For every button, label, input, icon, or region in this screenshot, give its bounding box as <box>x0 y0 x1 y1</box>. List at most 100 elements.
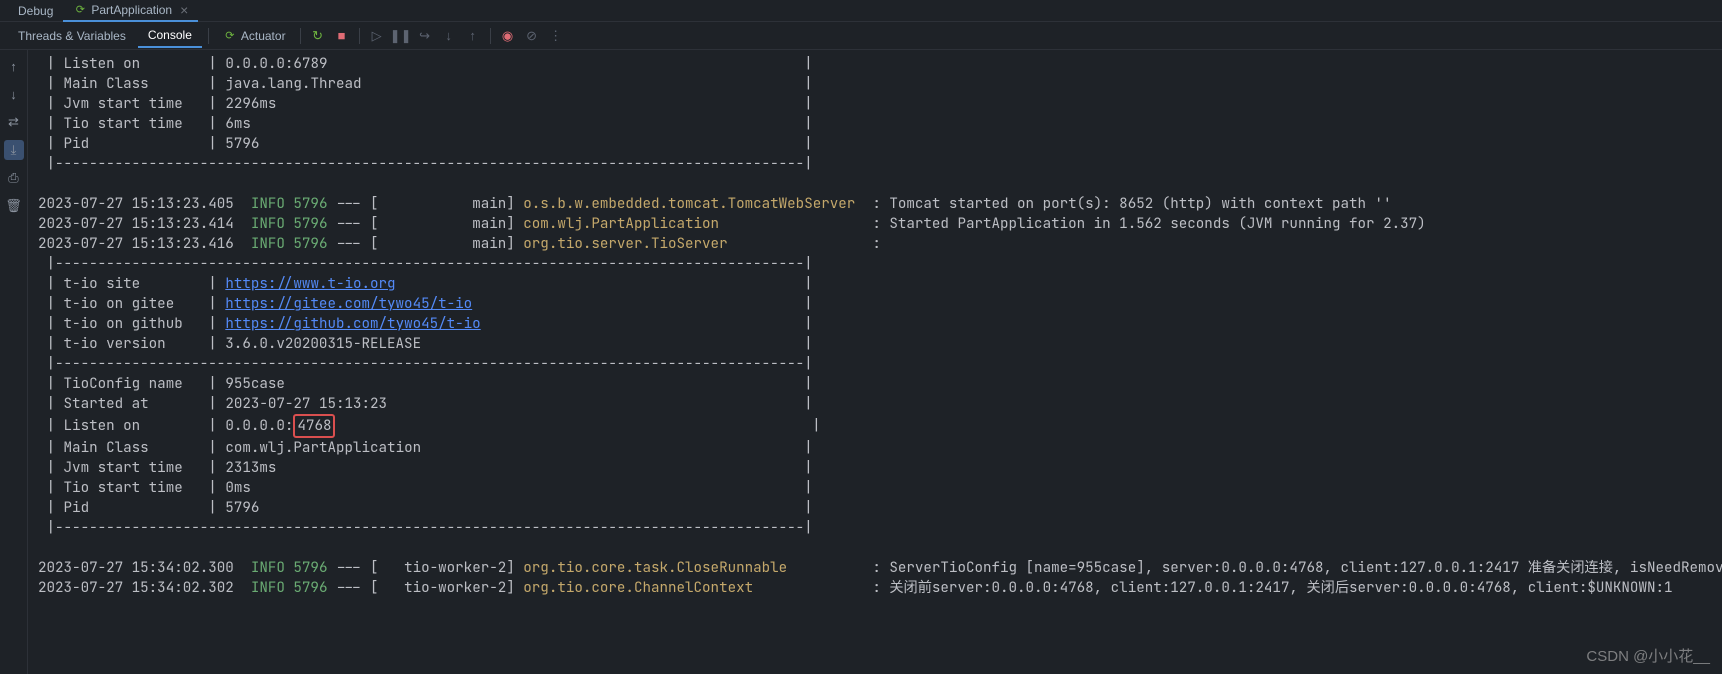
log-pid: 5796 <box>293 195 327 213</box>
step-over-icon[interactable]: ↪ <box>414 25 436 47</box>
watermark-text: CSDN @小小花__ <box>1586 645 1710 666</box>
border-line: |---------------------------------------… <box>47 255 813 273</box>
log-level: INFO <box>251 215 285 233</box>
row-value: 6ms <box>225 115 251 133</box>
toolbar-separator <box>208 28 209 44</box>
spring-boot-icon: ⟳ <box>73 3 87 17</box>
actuator-item[interactable]: ⟳ Actuator <box>215 29 294 43</box>
log-msg: : 关闭前server:0.0.0.0:4768, client:127.0.0… <box>872 579 1672 597</box>
step-into-icon[interactable]: ↓ <box>438 25 460 47</box>
row-value: java.lang.Thread <box>225 75 361 93</box>
resume-icon[interactable]: ▷ <box>366 25 388 47</box>
row-value: 0ms <box>225 479 251 497</box>
log-ts: 2023-07-27 15:13:23.416 <box>38 235 234 253</box>
row-value: 5796 <box>225 135 259 153</box>
soft-wrap-icon[interactable]: ⇄ <box>4 112 24 132</box>
toolbar-tab-console[interactable]: Console <box>138 24 202 48</box>
log-thread: [ main] <box>370 195 515 213</box>
row-label: Listen on <box>64 417 141 435</box>
print-icon[interactable]: ⎙ <box>4 168 24 188</box>
row-label: TioConfig name <box>64 375 183 393</box>
log-thread: [ main] <box>370 235 515 253</box>
pause-icon[interactable]: ❚❚ <box>390 25 412 47</box>
tab-app-label: PartApplication <box>91 3 172 17</box>
log-ts: 2023-07-27 15:13:23.414 <box>38 215 234 233</box>
tio-gitee-link[interactable]: https://gitee.com/tywo45/t-io <box>225 295 472 313</box>
toolbar-separator <box>490 28 491 44</box>
log-class: com.wlj.PartApplication <box>523 215 864 233</box>
log-class: org.tio.core.ChannelContext <box>523 579 864 597</box>
more-icon[interactable]: ⋮ <box>545 25 567 47</box>
row-label: Listen on <box>64 55 141 73</box>
log-sep: --- <box>336 235 362 253</box>
row-label: Pid <box>64 499 90 517</box>
log-level: INFO <box>251 195 285 213</box>
log-pid: 5796 <box>293 215 327 233</box>
toolbar-separator <box>300 28 301 44</box>
row-label: t-io on github <box>64 315 183 333</box>
tab-debug[interactable]: Debug <box>8 2 63 20</box>
row-value: 3.6.0.v20200315-RELEASE <box>225 335 421 353</box>
row-label: Tio start time <box>64 115 183 133</box>
log-ts: 2023-07-27 15:34:02.300 <box>38 559 234 577</box>
main-area: ↑ ↓ ⇄ ⤓ ⎙ 🗑 | Listen on | 0.0.0.0:6789 |… <box>0 50 1722 674</box>
close-icon[interactable]: × <box>180 2 188 18</box>
log-level: INFO <box>251 235 285 253</box>
tab-debug-label: Debug <box>18 4 53 18</box>
log-sep: --- <box>336 559 362 577</box>
console-gutter: ↑ ↓ ⇄ ⤓ ⎙ 🗑 <box>0 50 28 674</box>
row-value: 5796 <box>225 499 259 517</box>
top-tabs-bar: Debug ⟳ PartApplication × <box>0 0 1722 22</box>
actuator-label: Actuator <box>241 29 286 43</box>
spring-icon: ⟳ <box>223 29 237 43</box>
row-label: Jvm start time <box>64 459 183 477</box>
border-line: |---------------------------------------… <box>47 355 813 373</box>
border-line: |---------------------------------------… <box>47 155 813 173</box>
row-value: com.wlj.PartApplication <box>225 439 421 457</box>
tio-site-link[interactable]: https://www.t-io.org <box>225 275 395 293</box>
row-value: 2023-07-27 15:13:23 <box>225 395 387 413</box>
row-label: Started at <box>64 395 149 413</box>
log-thread: [ tio-worker-2] <box>370 579 515 597</box>
log-msg: : <box>872 235 881 253</box>
row-value: 0.0.0.0:6789 <box>225 55 327 73</box>
toolbar-separator <box>359 28 360 44</box>
row-label: Pid <box>64 135 90 153</box>
rerun-icon[interactable]: ↻ <box>307 25 329 47</box>
row-value: 955case <box>225 375 285 393</box>
log-sep: --- <box>336 579 362 597</box>
scroll-up-icon[interactable]: ↑ <box>4 56 24 76</box>
listen-port-highlight: 4768 <box>293 414 335 438</box>
log-ts: 2023-07-27 15:13:23.405 <box>38 195 234 213</box>
stop-icon[interactable]: ■ <box>331 25 353 47</box>
scroll-to-end-icon[interactable]: ⤓ <box>4 140 24 160</box>
log-pid: 5796 <box>293 235 327 253</box>
log-pid: 5796 <box>293 579 327 597</box>
log-sep: --- <box>336 195 362 213</box>
log-thread: [ main] <box>370 215 515 233</box>
log-pid: 5796 <box>293 559 327 577</box>
row-label: Jvm start time <box>64 95 183 113</box>
log-msg: : Tomcat started on port(s): 8652 (http)… <box>872 195 1391 213</box>
tio-github-link[interactable]: https://github.com/tywo45/t-io <box>225 315 480 333</box>
log-thread: [ tio-worker-2] <box>370 559 515 577</box>
log-sep: --- <box>336 215 362 233</box>
toolbar-tab-threads-vars[interactable]: Threads & Variables <box>8 25 136 47</box>
step-out-icon[interactable]: ↑ <box>462 25 484 47</box>
tab-part-application[interactable]: ⟳ PartApplication × <box>63 0 198 22</box>
console-output[interactable]: | Listen on | 0.0.0.0:6789 | | Main Clas… <box>28 50 1722 674</box>
row-label: t-io on gitee <box>64 295 175 313</box>
listen-prefix: 0.0.0.0: <box>225 417 293 435</box>
row-label: Main Class <box>64 75 149 93</box>
log-level: INFO <box>251 559 285 577</box>
scroll-down-icon[interactable]: ↓ <box>4 84 24 104</box>
clear-icon[interactable]: 🗑 <box>4 196 24 216</box>
log-class: org.tio.server.TioServer <box>523 235 864 253</box>
row-label: Main Class <box>64 439 149 457</box>
mute-breakpoints-icon[interactable]: ⊘ <box>521 25 543 47</box>
row-label: t-io version <box>64 335 166 353</box>
log-msg: : ServerTioConfig [name=955case], server… <box>872 559 1722 577</box>
view-breakpoints-icon[interactable]: ◉ <box>497 25 519 47</box>
log-msg: : Started PartApplication in 1.562 secon… <box>872 215 1425 233</box>
log-level: INFO <box>251 579 285 597</box>
